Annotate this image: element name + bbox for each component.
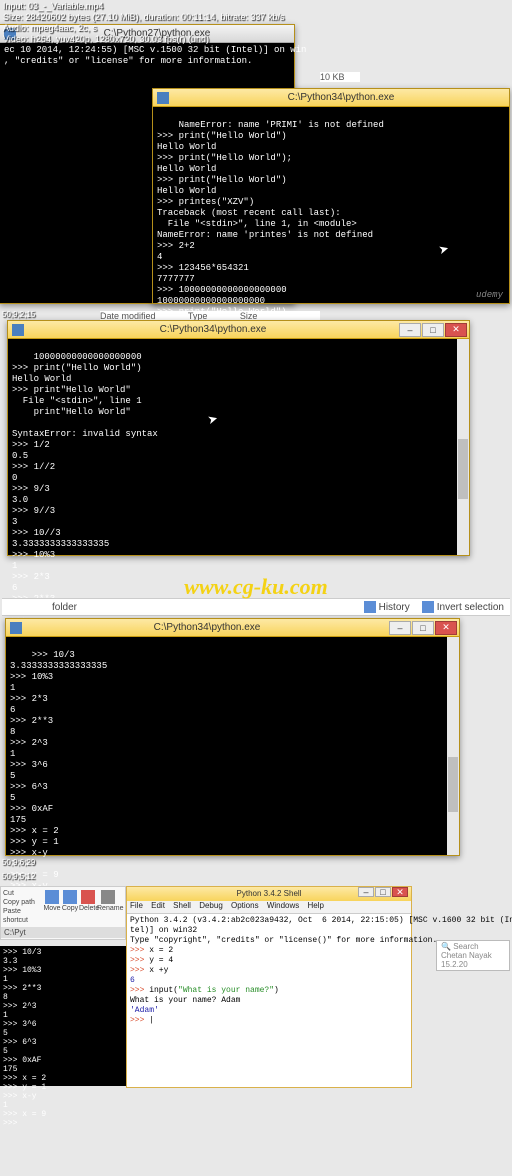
move-icon bbox=[45, 890, 59, 904]
maximize-button[interactable]: □ bbox=[412, 621, 434, 635]
terminal-output[interactable]: 10000000000000000000 >>> print("Hello Wo… bbox=[8, 339, 469, 555]
python34-console-window-b: C:\Python34\python.exe – □ ✕ 10000000000… bbox=[7, 320, 470, 556]
minimize-button[interactable]: – bbox=[399, 323, 421, 337]
mini-terminal[interactable]: >>> 10/3 3.3 >>> 10%3 1 >>> 2**3 8 >>> 2… bbox=[0, 946, 126, 1086]
rename-icon bbox=[101, 890, 115, 904]
maximize-button[interactable]: □ bbox=[422, 323, 444, 337]
cursor-arrow-icon: ➤ bbox=[438, 244, 451, 257]
cursor-arrow-icon: ➤ bbox=[207, 414, 220, 427]
udemy-watermark: udemy bbox=[476, 290, 503, 301]
idle-output[interactable]: Python 3.4.2 (v3.4.2:ab2c023a9432, Oct 6… bbox=[127, 914, 411, 1038]
menu-options[interactable]: Options bbox=[231, 901, 259, 910]
titlebar[interactable]: Python 3.4.2 Shell – □ ✕ bbox=[127, 887, 411, 901]
history-icon bbox=[364, 601, 376, 613]
python-icon bbox=[12, 324, 24, 336]
terminal-output[interactable]: NameError: name 'PRIMI' is not defined >… bbox=[153, 107, 509, 303]
close-button[interactable]: ✕ bbox=[445, 323, 467, 337]
timestamp-label: 50;9;5;12 bbox=[2, 872, 35, 881]
minimize-button[interactable]: – bbox=[389, 621, 411, 635]
python34-console-window-c: C:\Python34\python.exe – □ ✕ >>> 10/3 3.… bbox=[5, 618, 460, 856]
invert-selection-button[interactable]: Invert selection bbox=[422, 601, 504, 613]
copy-button[interactable]: Copy bbox=[61, 889, 79, 925]
idle-shell-window: Python 3.4.2 Shell – □ ✕ File Edit Shell… bbox=[126, 886, 412, 1088]
python-icon bbox=[157, 92, 169, 104]
window-title: C:\Python34\python.exe bbox=[173, 89, 509, 107]
clipboard-group: Cut Copy path Paste shortcut bbox=[3, 889, 43, 925]
explorer-ribbon: Cut Copy path Paste shortcut Move Copy D… bbox=[0, 886, 126, 940]
menu-shell[interactable]: Shell bbox=[173, 901, 191, 910]
menu-debug[interactable]: Debug bbox=[199, 901, 223, 910]
watermark-text: www.cg-ku.com bbox=[0, 574, 512, 600]
cut-button[interactable]: Cut bbox=[3, 889, 43, 898]
move-button[interactable]: Move bbox=[43, 889, 61, 925]
menu-windows[interactable]: Windows bbox=[267, 901, 299, 910]
menu-edit[interactable]: Edit bbox=[151, 901, 165, 910]
search-input[interactable]: 🔍 Search Chetan Nayak 15.2.20 bbox=[436, 940, 510, 971]
timestamp-label: 50;9;2;15 bbox=[2, 310, 35, 319]
menu-file[interactable]: File bbox=[130, 901, 143, 910]
menu-bar[interactable]: File Edit Shell Debug Options Windows He… bbox=[127, 901, 411, 914]
search-icon: 🔍 bbox=[441, 942, 451, 951]
titlebar[interactable]: C:\Python34\python.exe – □ ✕ bbox=[6, 619, 459, 637]
rename-button[interactable]: Rename bbox=[97, 889, 119, 925]
delete-icon bbox=[81, 890, 95, 904]
window-title: C:\Python34\python.exe bbox=[26, 619, 388, 637]
history-button[interactable]: History bbox=[364, 601, 410, 613]
delete-button[interactable]: Delete bbox=[79, 889, 97, 925]
invert-icon bbox=[422, 601, 434, 613]
titlebar[interactable]: C:\Python34\python.exe – □ ✕ bbox=[8, 321, 469, 339]
maximize-button[interactable]: □ bbox=[375, 887, 391, 897]
window-title: C:\Python34\python.exe bbox=[28, 321, 398, 339]
explorer-toolbar: folder History Invert selection bbox=[2, 598, 510, 616]
minimize-button[interactable]: – bbox=[358, 887, 374, 897]
file-size-label: 10 KB bbox=[320, 72, 360, 82]
scrollbar[interactable] bbox=[447, 637, 459, 855]
close-button[interactable]: ✕ bbox=[392, 887, 408, 897]
video-metadata-overlay: Input: 03_-_Variable.mp4 Size: 28420602 … bbox=[0, 0, 288, 46]
python-icon bbox=[10, 622, 22, 634]
paste-shortcut-button[interactable]: Paste shortcut bbox=[3, 907, 43, 925]
timestamp-label: 50;9;6;29 bbox=[2, 858, 35, 867]
address-fragment: C:\Pyt bbox=[1, 927, 125, 938]
python34-console-window-a: C:\Python34\python.exe NameError: name '… bbox=[152, 88, 510, 304]
copy-icon bbox=[63, 890, 77, 904]
menu-help[interactable]: Help bbox=[308, 901, 324, 910]
scrollbar[interactable] bbox=[457, 339, 469, 555]
folder-label: folder bbox=[52, 602, 77, 613]
copy-path-button[interactable]: Copy path bbox=[3, 898, 43, 907]
close-button[interactable]: ✕ bbox=[435, 621, 457, 635]
terminal-output[interactable]: >>> 10/3 3.3333333333333335 >>> 10%3 1 >… bbox=[6, 637, 459, 855]
titlebar[interactable]: C:\Python34\python.exe bbox=[153, 89, 509, 107]
